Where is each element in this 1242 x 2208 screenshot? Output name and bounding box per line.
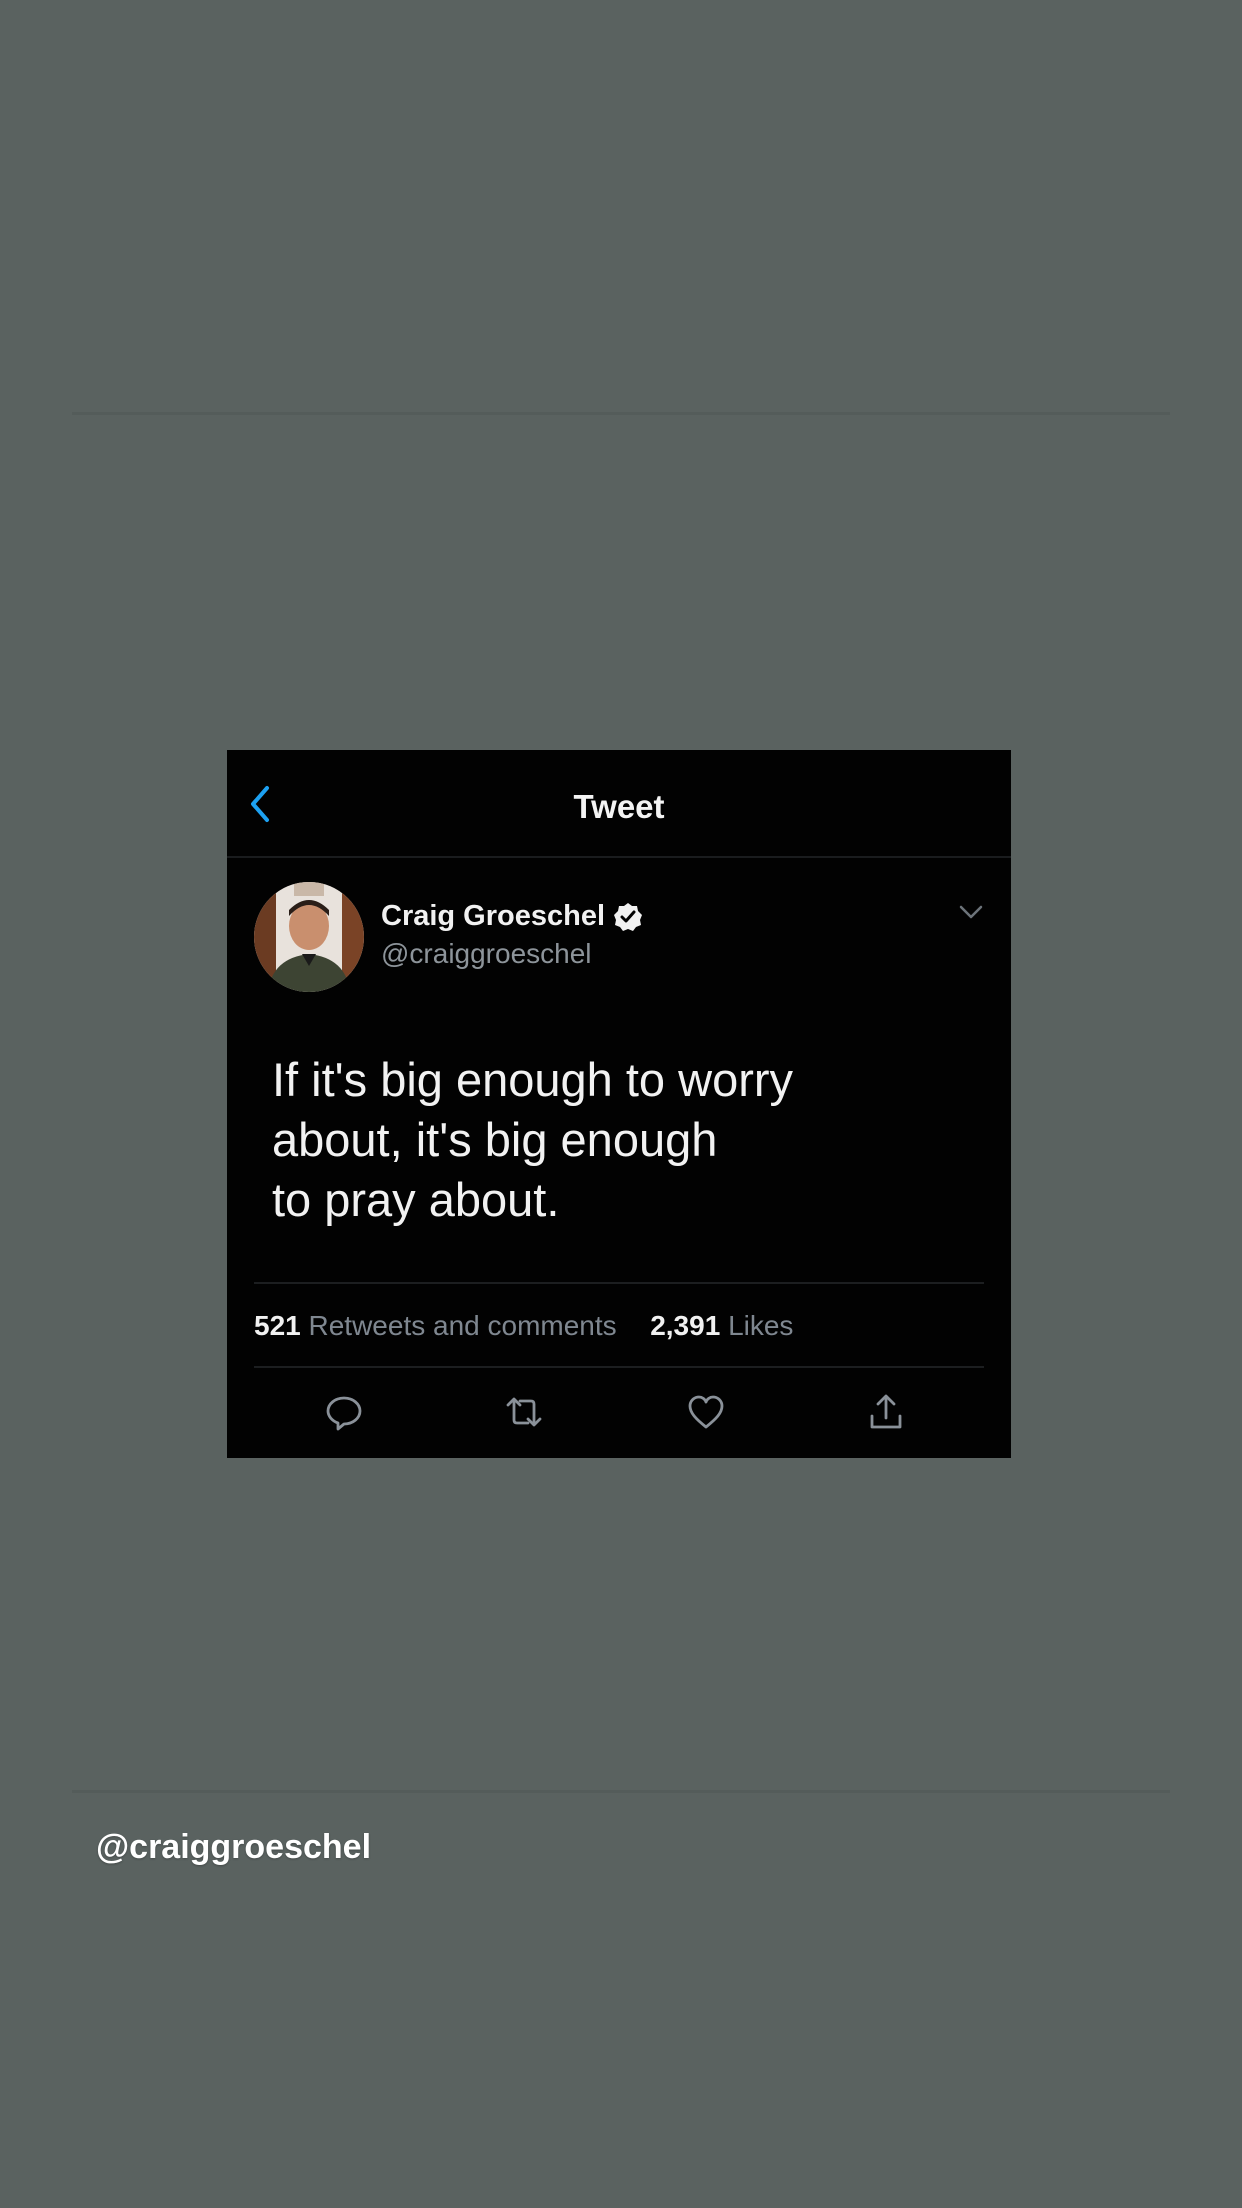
tweet-text-line: about, it's big enough — [272, 1113, 718, 1166]
verified-badge-icon — [613, 902, 643, 932]
retweets-count[interactable]: 521 — [254, 1310, 301, 1341]
retweet-icon[interactable] — [502, 1390, 552, 1440]
tweet-action-bar — [227, 1390, 1011, 1440]
tweet-nav-bar: Tweet — [227, 750, 1011, 858]
comment-icon[interactable] — [322, 1390, 372, 1440]
author-name-row[interactable]: Craig Groeschel — [381, 900, 643, 933]
heart-icon[interactable] — [684, 1390, 734, 1440]
likes-label[interactable]: Likes — [728, 1310, 793, 1341]
chevron-down-icon[interactable] — [957, 902, 985, 922]
bottom-divider — [72, 1790, 1170, 1793]
author-name: Craig Groeschel — [381, 900, 606, 932]
author-handle[interactable]: @craiggroeschel — [381, 938, 592, 970]
stats-bottom-divider — [254, 1366, 984, 1368]
page-title: Tweet — [573, 788, 665, 825]
tweet-screenshot: Tweet Craig Groeschel @craiggroeschel If… — [227, 750, 1011, 1458]
top-divider — [72, 412, 1170, 415]
retweets-label[interactable]: Retweets and comments — [309, 1310, 617, 1341]
share-icon[interactable] — [864, 1390, 914, 1440]
tweet-text-line: If it's big enough to worry — [272, 1053, 794, 1106]
likes-count[interactable]: 2,391 — [650, 1310, 720, 1341]
tweet-stats: 521 Retweets and comments 2,391 Likes — [254, 1310, 793, 1342]
tweet-text: If it's big enough to worry about, it's … — [272, 1050, 972, 1230]
caption-handle[interactable]: @craiggroeschel — [96, 1828, 371, 1867]
tweet-text-line: to pray about. — [272, 1173, 560, 1226]
avatar[interactable] — [254, 882, 364, 992]
stats-top-divider — [254, 1282, 984, 1284]
